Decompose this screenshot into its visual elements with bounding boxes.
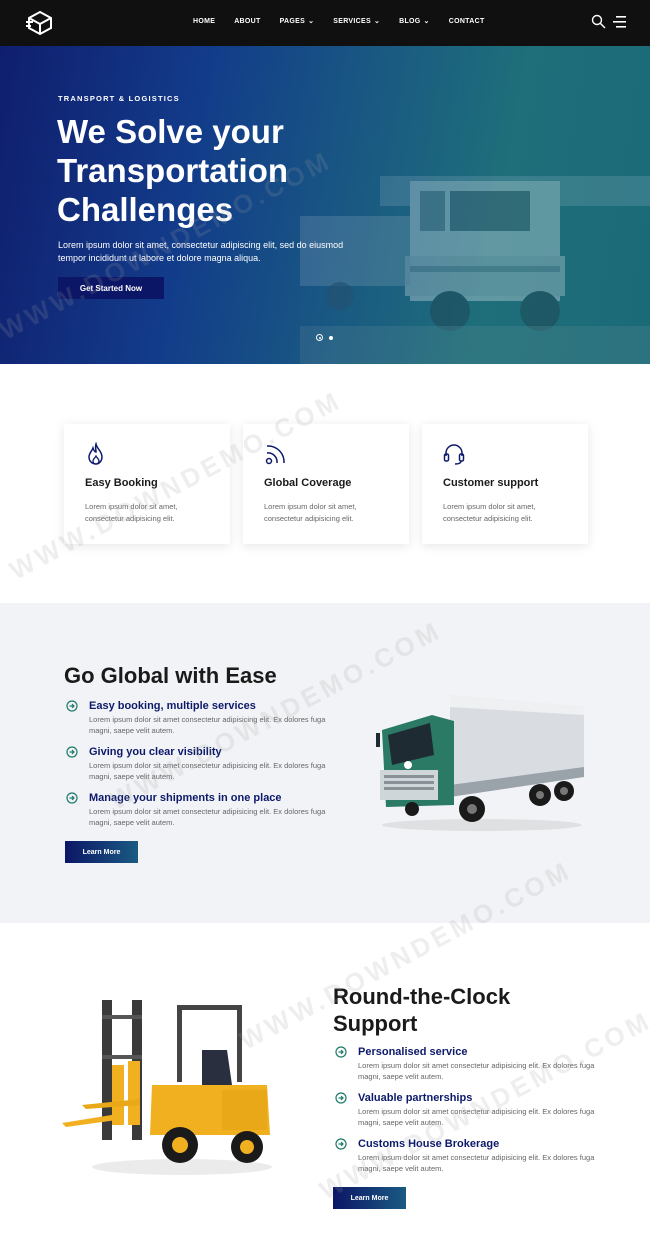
list-item: Valuable partnerships Lorem ipsum dolor s… [335,1091,595,1128]
feature-text: Lorem ipsum dolor sit amet, consectetur … [443,502,536,523]
nav-item-about[interactable]: ABOUT [234,17,260,25]
arrow-circle-icon [335,1138,347,1150]
main-menu: HOME ABOUT PAGES ⌄ SERVICES ⌄ BLOG ⌄ CONTACT [193,17,504,26]
feature-cards: Easy Booking Lorem ipsum dolor sit amet,… [64,424,588,544]
nav-item-label: CONTACT [448,17,485,25]
nav-item-label: ABOUT [234,17,261,25]
arrow-circle-icon [335,1092,347,1104]
nav-item-label: PAGES [279,17,306,25]
feature-card-support: Customer support Lorem ipsum dolor sit a… [422,424,588,544]
slider-dots [316,334,333,341]
list-item-title: Easy booking, multiple services [89,700,256,712]
get-started-button[interactable]: Get Started Now [58,277,164,299]
nav-item-home[interactable]: HOME [193,17,215,25]
hamburger-menu-icon[interactable] [613,16,626,28]
section-title: Go Global with Ease [64,663,277,688]
support-list: Personalised service Lorem ipsum dolor si… [335,1045,595,1183]
arrow-circle-icon [66,700,78,712]
list-item-text: Lorem ipsum dolor sit amet consectetur a… [89,761,326,781]
learn-more-button[interactable]: Learn More [65,841,138,863]
slider-dot-active[interactable] [316,334,323,341]
hero-title: We Solve your Transportation Challenges [57,113,289,228]
list-item-title: Personalised service [358,1046,468,1058]
feature-text: Lorem ipsum dolor sit amet, consectetur … [85,502,178,523]
list-item: Easy booking, multiple services Lorem ips… [66,699,326,736]
arrow-circle-icon [335,1046,347,1058]
benefit-list: Easy booking, multiple services Lorem ips… [66,699,326,837]
list-item: Personalised service Lorem ipsum dolor si… [335,1045,595,1082]
learn-more-button[interactable]: Learn More [333,1187,406,1209]
truck-image [376,695,584,831]
list-item: Manage your shipments in one place Lorem … [66,791,326,828]
list-item-title: Valuable partnerships [358,1092,473,1104]
list-item-title: Giving you clear visibility [89,746,222,758]
feature-card-coverage: Global Coverage Lorem ipsum dolor sit am… [243,424,409,544]
nav-item-label: SERVICES [333,17,371,25]
nav-item-contact[interactable]: CONTACT [449,17,485,25]
search-icon[interactable] [591,14,606,29]
fire-icon [88,442,103,465]
go-global-section: Go Global with Ease Easy booking, multip… [0,603,650,923]
list-item-title: Manage your shipments in one place [89,792,282,804]
hero-kicker: TRANSPORT & LOGISTICS [58,94,180,103]
forklift-image [62,1000,272,1175]
feature-title: Easy Booking [85,477,158,489]
list-item-text: Lorem ipsum dolor sit amet consectetur a… [89,715,326,735]
list-item-title: Customs House Brokerage [358,1138,500,1150]
headset-icon [443,444,465,465]
feature-card-booking: Easy Booking Lorem ipsum dolor sit amet,… [64,424,230,544]
logo-icon[interactable] [26,10,54,36]
feature-title: Global Coverage [264,477,352,489]
nav-item-label: HOME [193,17,216,25]
hero-description: Lorem ipsum dolor sit amet, consectetur … [58,240,344,263]
list-item-text: Lorem ipsum dolor sit amet consectetur a… [358,1061,595,1081]
list-item-text: Lorem ipsum dolor sit amet consectetur a… [358,1153,595,1173]
top-navbar: HOME ABOUT PAGES ⌄ SERVICES ⌄ BLOG ⌄ CONTACT [0,0,650,46]
chevron-down-icon: ⌄ [423,18,430,25]
feature-text: Lorem ipsum dolor sit amet, consectetur … [264,502,357,523]
nav-item-label: BLOG [399,17,421,25]
section-title: Round-the-Clock Support [333,984,511,1036]
list-item: Giving you clear visibility Lorem ipsum d… [66,745,326,782]
feature-title: Customer support [443,477,539,489]
hero-slider: TRANSPORT & LOGISTICS We Solve your Tran… [0,46,650,364]
signal-icon [265,445,285,465]
list-item-text: Lorem ipsum dolor sit amet consectetur a… [358,1107,595,1127]
arrow-circle-icon [66,792,78,804]
nav-item-pages[interactable]: PAGES ⌄ [279,17,315,26]
chevron-down-icon: ⌄ [308,18,315,25]
slider-dot[interactable] [329,335,333,340]
nav-item-blog[interactable]: BLOG ⌄ [399,17,430,26]
nav-item-services[interactable]: SERVICES ⌄ [333,17,381,26]
arrow-circle-icon [66,746,78,758]
chevron-down-icon: ⌄ [373,18,381,25]
list-item: Customs House Brokerage Lorem ipsum dolor… [335,1137,595,1174]
list-item-text: Lorem ipsum dolor sit amet consectetur a… [89,807,326,827]
